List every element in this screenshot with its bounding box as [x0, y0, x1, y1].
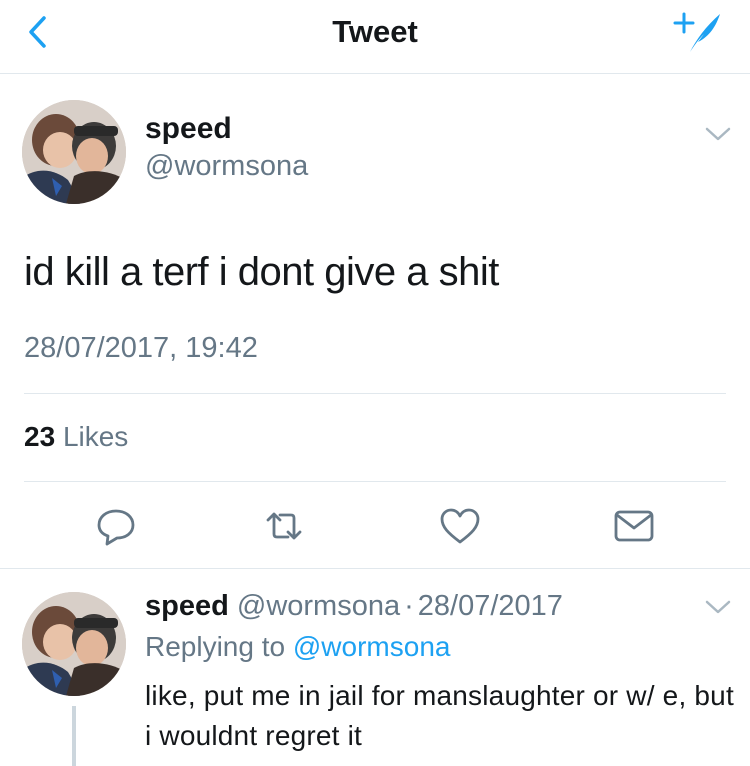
reply-text: like, put me in jail for manslaughter or…	[145, 680, 734, 751]
avatar[interactable]	[22, 100, 126, 204]
retweet-icon	[266, 512, 302, 540]
likes-label: Likes	[62, 421, 129, 452]
tweet-options-button[interactable]	[704, 125, 732, 143]
tweet-timestamp: 28/07/2017, 19:42	[24, 332, 258, 364]
retweet-button[interactable]	[262, 504, 306, 548]
navigation-bar: Tweet	[0, 0, 750, 74]
replying-prefix: Replying to	[145, 631, 286, 662]
tweet-text: id kill a terf i dont give a shit	[24, 250, 499, 294]
like-icon	[440, 508, 480, 544]
reply-separator: ·	[404, 590, 414, 622]
avatar-illustration	[22, 592, 126, 696]
chevron-down-icon	[705, 600, 731, 614]
section-divider	[0, 568, 750, 569]
reply-date: 28/07/2017	[417, 590, 563, 622]
reply-button[interactable]	[94, 504, 138, 548]
likes-count: 23	[24, 421, 56, 452]
compose-tweet-icon	[673, 12, 720, 52]
likes-count-link[interactable]: 23 Likes	[24, 421, 128, 453]
avatar-illustration	[22, 100, 126, 204]
thread-line	[72, 706, 76, 766]
reply-header: speed @wormsona · 28/07/2017	[145, 590, 563, 623]
reply-avatar[interactable]	[22, 592, 126, 696]
compose-tweet-button[interactable]	[672, 8, 724, 56]
direct-message-button[interactable]	[612, 504, 656, 548]
divider	[24, 481, 726, 482]
reply-author-name[interactable]: speed	[145, 590, 229, 622]
page-title: Tweet	[332, 14, 418, 49]
replying-to-line: Replying to @wormsona	[145, 631, 450, 663]
direct-message-icon	[614, 510, 654, 542]
replying-to-mention[interactable]: @wormsona	[293, 631, 451, 662]
author-name[interactable]: speed	[145, 112, 232, 146]
chevron-down-icon	[705, 127, 731, 141]
like-button[interactable]	[438, 504, 482, 548]
reply-author-handle[interactable]: @wormsona	[237, 590, 400, 622]
author-handle[interactable]: @wormsona	[145, 150, 308, 183]
reply-icon	[97, 509, 135, 546]
divider	[24, 393, 726, 394]
reply-options-button[interactable]	[704, 598, 732, 616]
